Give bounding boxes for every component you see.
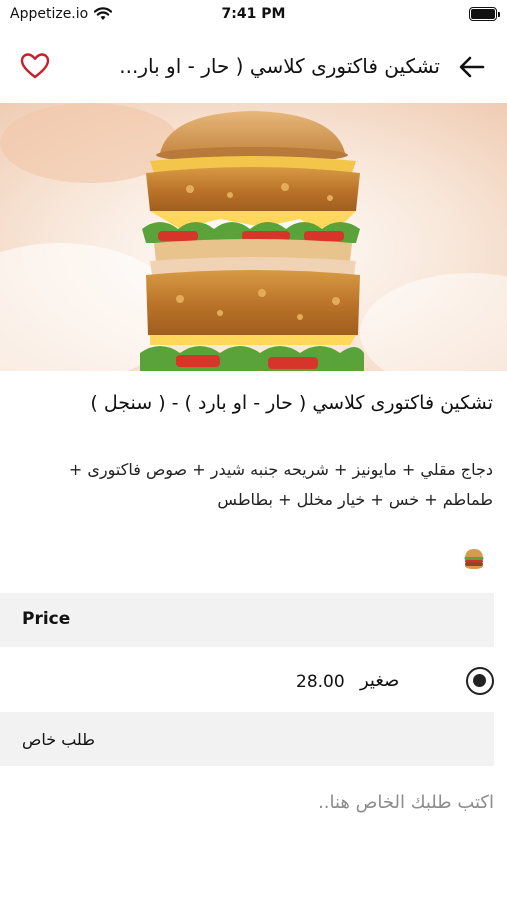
page-title: تشكين فاكتورى كلاسي ( حار - او بار... xyxy=(119,54,440,78)
status-bar: Appetize.io 7:41 PM xyxy=(0,0,507,30)
battery-icon xyxy=(469,7,500,21)
option-name: صغير xyxy=(360,670,400,691)
option-price: 28.00 xyxy=(296,672,345,692)
price-section-header: Price xyxy=(0,593,494,647)
heart-outline-icon xyxy=(20,53,50,79)
size-option-row[interactable]: 28.00 صغير xyxy=(0,652,507,708)
special-request-label: طلب خاص xyxy=(22,730,95,749)
option-radio-button[interactable] xyxy=(466,667,494,695)
burger-photo xyxy=(0,103,507,371)
app-header: تشكين فاكتورى كلاسي ( حار - او بار... xyxy=(0,34,507,100)
arrow-back-icon xyxy=(459,56,485,78)
back-button[interactable] xyxy=(457,52,487,82)
favorite-button[interactable] xyxy=(20,52,50,80)
product-image xyxy=(0,103,507,371)
burger-emoji-icon xyxy=(464,549,484,569)
price-section-label: Price xyxy=(22,609,71,629)
radio-selected-dot xyxy=(473,674,486,687)
product-title: تشكين فاكتورى كلاسي ( حار - او بارد ) - … xyxy=(90,392,493,414)
product-description: دجاج مقلي + مايونيز + شريحه جنبه شيدر + … xyxy=(68,460,493,509)
status-time: 7:41 PM xyxy=(221,6,286,22)
special-request-input[interactable] xyxy=(14,782,494,822)
special-request-section-header: طلب خاص xyxy=(0,712,494,766)
